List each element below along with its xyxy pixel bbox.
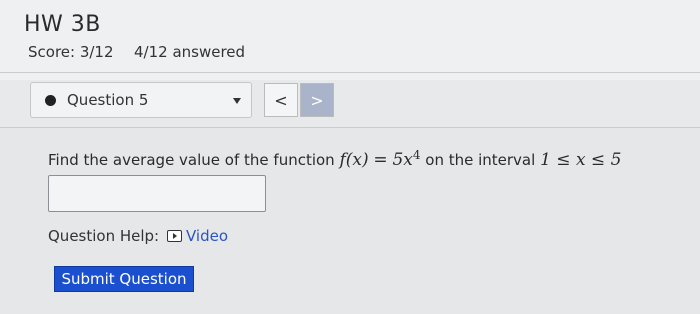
function-lhs: f(x) — [339, 150, 369, 170]
header-area — [0, 0, 700, 80]
submit-question-button[interactable]: Submit Question — [54, 266, 194, 292]
dropdown-caret-icon — [233, 98, 241, 104]
next-question-button[interactable]: > — [300, 83, 334, 117]
problem-prefix: Find the average value of the function — [48, 151, 335, 169]
question-select[interactable]: Question 5 — [30, 82, 252, 118]
answered-count: 4/12 answered — [134, 43, 246, 61]
question-help-label: Question Help: — [48, 227, 160, 245]
problem-mid-text: on the interval — [425, 151, 536, 169]
assignment-title: HW 3B — [24, 12, 101, 37]
function-exponent: 4 — [412, 148, 421, 162]
video-link-label: Video — [186, 227, 229, 245]
interval: 1 ≤ x ≤ 5 — [540, 150, 622, 170]
problem-statement: Find the average value of the function f… — [48, 148, 621, 170]
score-text: Score: 3/12 — [28, 43, 114, 61]
bullet-icon — [45, 95, 56, 106]
video-help-link[interactable]: Video — [167, 227, 228, 245]
video-icon — [167, 230, 182, 242]
question-select-label: Question 5 — [67, 91, 149, 109]
answer-input[interactable] — [48, 175, 266, 212]
equals-sign: = — [373, 150, 388, 170]
previous-question-button[interactable]: < — [264, 83, 298, 117]
divider — [0, 72, 700, 73]
function-rhs: 5x — [392, 150, 413, 170]
